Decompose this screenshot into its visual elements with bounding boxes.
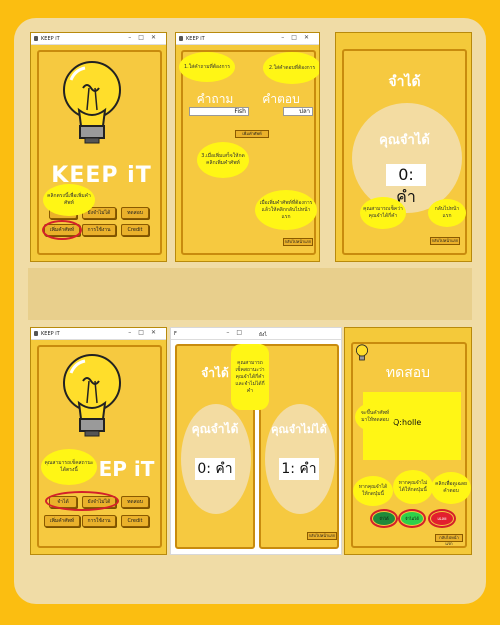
- window-title-left: F: [174, 331, 177, 337]
- title-bar: KEEP iT –□✕: [176, 33, 319, 45]
- tip-bubble: คลิกเพื่อดูเฉลยคำตอบ: [431, 472, 471, 504]
- answer-input[interactable]: ปลา: [283, 107, 313, 116]
- middle-band: [28, 268, 472, 320]
- title-bar: KEEP iT –□✕: [31, 328, 166, 340]
- add-word-window: KEEP iT –□✕ คำถาม คำตอบ Fish ปลา เพิ่มคำศ…: [175, 32, 320, 262]
- highlight-ring: [398, 509, 426, 528]
- back-button[interactable]: กลับไปหน้าแรก: [283, 238, 313, 246]
- back-button[interactable]: กลับไปหน้าแรก: [430, 237, 460, 245]
- score-value: 1: คำ: [279, 458, 319, 480]
- app-logo-text: EP iT: [98, 457, 155, 481]
- highlight-ring: [42, 220, 82, 240]
- screen-title: จำได้: [388, 74, 421, 90]
- menu-frame: EP iT จำได้ ยังจำไม่ได้ ทดสอบ เพิ่มคำศัพ…: [37, 345, 162, 548]
- score-label: คุณจำไม่ได้: [271, 423, 327, 436]
- add-word-button[interactable]: เพิ่มคำศัพท์: [44, 515, 80, 527]
- test-button[interactable]: ทดสอบ: [121, 207, 149, 219]
- remembered-window: จำได้ คุณจำได้ 0: คำ กลับไปหน้าแรก คุณสา…: [335, 32, 472, 262]
- window-title: KEEP iT: [186, 36, 205, 42]
- lightbulb-icon: [356, 344, 368, 361]
- title-bar: KEEP iT –□✕: [31, 33, 166, 45]
- tip-bubble: 3.เมื่อเพิ่มเสร็จให้กดคลิกเพิ่มคำศัพท์: [197, 142, 249, 178]
- back-button[interactable]: กลับไปหน้าแรก: [307, 532, 337, 540]
- window-controls[interactable]: –□✕: [281, 34, 316, 41]
- back-button[interactable]: กลับไปหน้าแรก: [435, 534, 463, 546]
- highlight-ring: [370, 509, 398, 528]
- poster-background: KEEP iT –□✕ KEEP iT จำได้ ยังจำไม่ได้ ทดส…: [0, 0, 500, 625]
- how-to-button[interactable]: การใช้งาน: [82, 224, 116, 236]
- tip-bubble: 2.ใส่คำตอบที่ต้องการ: [263, 52, 319, 84]
- question-input[interactable]: Fish: [189, 107, 249, 116]
- tip-bubble: กลับไปหน้าแรก: [428, 199, 466, 227]
- main-menu-window-2: KEEP iT –□✕ EP iT จำได้ ยังจำไม่ได้ ทดสอบ…: [30, 327, 167, 555]
- window-icon: [34, 36, 38, 41]
- credit-button[interactable]: Credit: [121, 224, 149, 236]
- test-window: ทดสอบ Q:holle จำได้ จำไม่ได้ เฉลย กลับไป…: [344, 327, 472, 555]
- score-value: 0: คำ: [195, 458, 235, 480]
- window-controls[interactable]: –□: [226, 329, 249, 336]
- remembered-frame: จำได้ คุณจำได้ 0: คำ กลับไปหน้าแรก คุณสา…: [342, 49, 467, 255]
- question-text: Q:holle: [393, 418, 422, 427]
- how-to-button[interactable]: การใช้งาน: [82, 515, 116, 527]
- window-icon: [179, 36, 183, 41]
- screen-title: ทดสอบ: [385, 365, 431, 381]
- status-windows: F ยังไ –□ จำได้ คุณจำได้ 0: คำ คุณจำไม่ไ…: [170, 327, 342, 555]
- highlight-ring: [428, 509, 456, 528]
- window-title: KEEP iT: [41, 36, 60, 42]
- window-title: KEEP iT: [41, 331, 60, 337]
- tip-bubble: เมื่อเพิ่มคำศัพท์ที่ต้องการแล้วให้คลิกกล…: [255, 190, 317, 230]
- tip-bubble: คลิกตรงนี้เพื่อเพิ่มคำศัพท์: [43, 184, 95, 216]
- lightbulb-icon: [63, 354, 121, 437]
- window-title-right: ยังไ: [259, 332, 267, 338]
- lightbulb-icon: [63, 61, 121, 144]
- tip-bubble: 1.ใส่คำถามที่ต้องการ: [179, 52, 235, 82]
- window-controls[interactable]: –□✕: [128, 329, 163, 336]
- tip-bubble: คุณสามารถเช็คสถานะว่าคุณจำได้กี่คำและจำไ…: [231, 344, 269, 410]
- test-frame: ทดสอบ Q:holle จำได้ จำไม่ได้ เฉลย กลับไป…: [351, 342, 471, 548]
- not-remembered-frame: คุณจำไม่ได้ 1: คำ กลับไปหน้าแรก: [259, 344, 339, 549]
- tip-bubble: คุณสามารถเช็คสถานะได้ตรงนี้: [41, 449, 97, 485]
- score-value: 0: คำ: [386, 164, 426, 206]
- tip-bubble: หากคุณจำได้ให้กดปุ่มนี้: [353, 476, 393, 506]
- test-button[interactable]: ทดสอบ: [121, 496, 149, 508]
- menu-frame: KEEP iT จำได้ ยังจำไม่ได้ ทดสอบ เพิ่มคำศ…: [37, 50, 162, 255]
- tip-bubble: คุณสามารถเช็คว่าคุณจำได้กี่คำ: [360, 197, 406, 229]
- window-icon: [34, 331, 38, 336]
- add-word-submit-button[interactable]: เพิ่มคำศัพท์: [235, 130, 269, 138]
- window-controls[interactable]: –□✕: [128, 34, 163, 41]
- tip-bubble: หากคุณจำไม่ได้ให้กดปุ่มนี้: [393, 470, 433, 504]
- credit-button[interactable]: Credit: [121, 515, 149, 527]
- score-label: คุณจำได้: [191, 422, 239, 436]
- highlight-ring: [45, 491, 119, 511]
- main-menu-window: KEEP iT –□✕ KEEP iT จำได้ ยังจำไม่ได้ ทดส…: [30, 32, 167, 262]
- add-word-frame: คำถาม คำตอบ Fish ปลา เพิ่มคำศัพท์ กลับไป…: [179, 50, 319, 255]
- tip-bubble: จะขึ้นคำศัพท์มาให้ทดสอบ: [355, 402, 395, 432]
- score-label: คุณจำได้: [379, 133, 430, 148]
- title-bar: F ยังไ –□: [171, 328, 341, 340]
